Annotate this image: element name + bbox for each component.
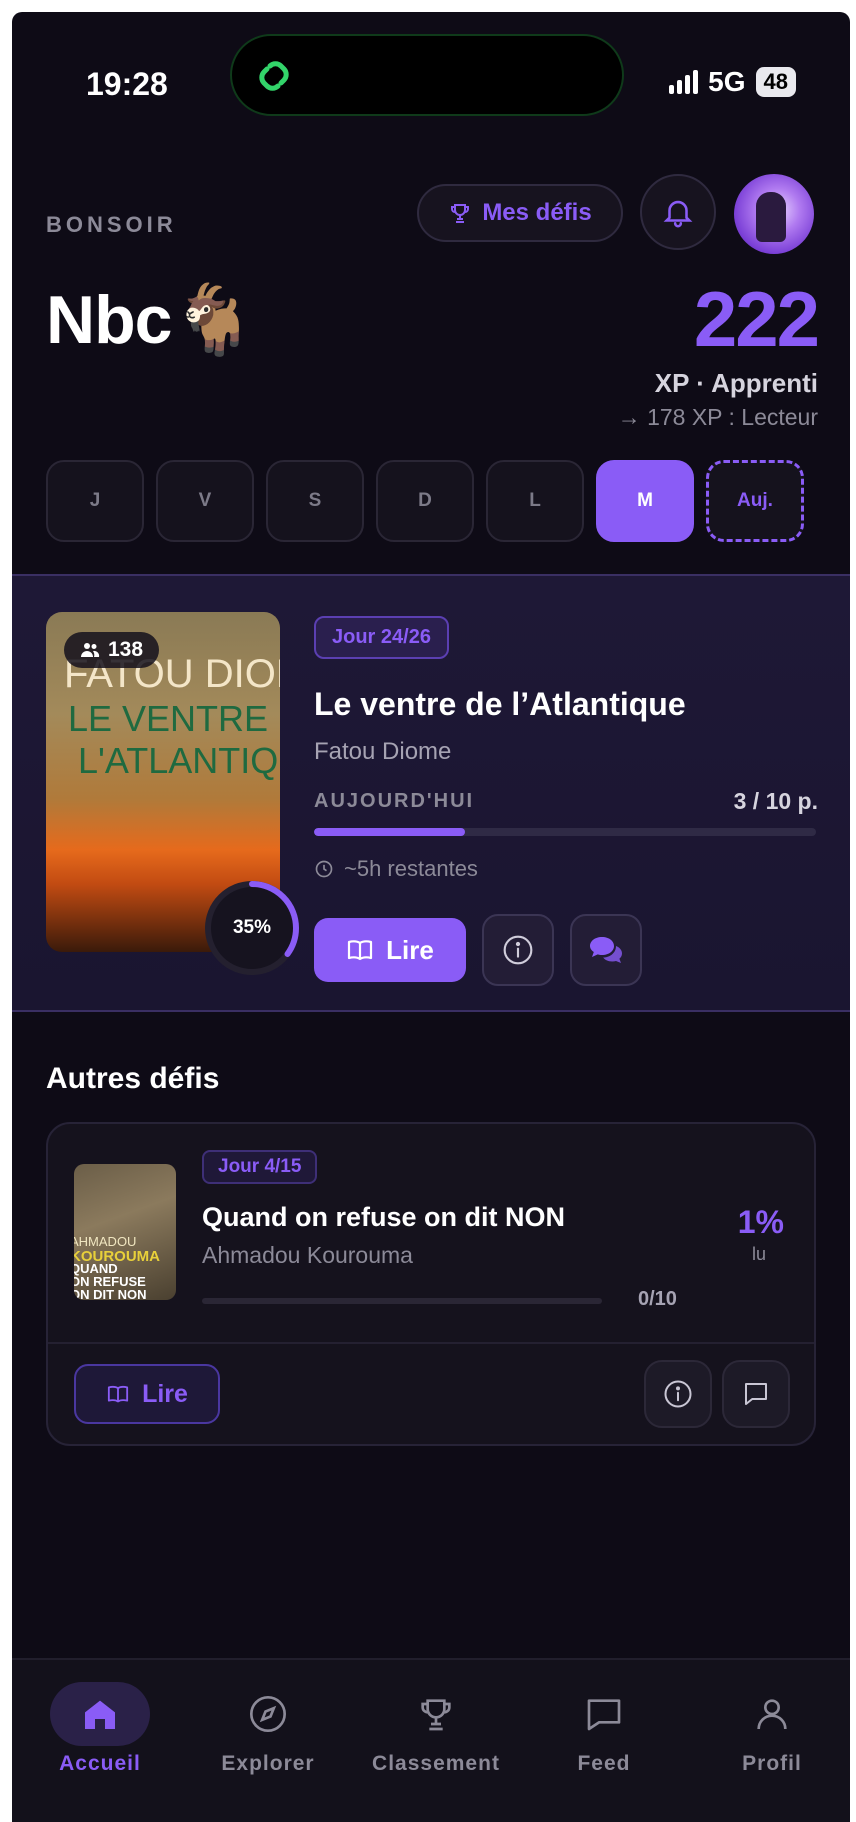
day-v[interactable]: V [156,460,254,542]
book-progress-bar [202,1298,602,1304]
progress-percent: 35% [232,917,272,938]
discussion-button[interactable] [570,914,642,986]
avatar[interactable] [734,174,814,254]
day-l[interactable]: L [486,460,584,542]
section-title-other-challenges: Autres défis [46,1062,220,1095]
home-icon [50,1682,150,1746]
read-percent-label: lu [751,1244,766,1264]
app-screen: 19:28 5G 48 BONSOIR Mes défis Nbc🐐 222 X… [12,12,850,1822]
readers-count: 138 [108,638,144,661]
remaining-label: ~5h restantes [344,856,478,881]
status-indicators: 5G 48 [669,66,796,98]
info-icon [503,935,533,965]
today-label: AUJOURD'HUI [314,790,475,812]
tab-label: Accueil [59,1752,141,1775]
book-author: Ahmadou Kourouma [202,1242,413,1268]
other-challenge-card[interactable]: AHMADOU KOUROUMA QUAND ON REFUSE ON DIT … [46,1122,816,1446]
challenge-day-badge: Jour 4/15 [202,1150,318,1184]
tab-feed[interactable]: Feed [520,1660,688,1822]
tab-profile[interactable]: Profil [688,1660,850,1822]
chat-icon [554,1682,654,1746]
day-today[interactable]: Auj. [706,460,804,542]
book-title: Quand on refuse on dit NON [202,1202,565,1232]
xp-level: XP · Apprenti [654,368,818,398]
clock-icon [315,860,333,878]
challenge-day-badge: Jour 24/26 [314,616,449,659]
my-challenges-button[interactable]: Mes défis [417,184,623,242]
cover-title-line1: LE VENTRE D [68,698,280,739]
greeting: BONSOIR [46,212,177,237]
dynamic-island [230,34,624,116]
cover-title: QUAND ON REFUSE ON DIT NON [74,1261,147,1300]
tab-label: Classement [372,1752,500,1775]
current-challenge-card: FATOU DIOME LE VENTRE D L'ATLANTIQU 138 … [12,574,850,1012]
xp-next-level: → 178 XP : Lecteur [617,404,818,430]
compass-icon [218,1682,318,1746]
today-progress-bar [314,828,816,836]
my-challenges-label: Mes défis [482,199,592,226]
tab-ranking[interactable]: Classement [352,1660,520,1822]
card-divider [48,1342,814,1344]
user-icon [722,1682,822,1746]
day-m[interactable]: M [596,460,694,542]
network-label: 5G [708,66,746,97]
day-s[interactable]: S [266,460,364,542]
readers-badge: 138 [64,632,160,668]
cover-title-line2: L'ATLANTIQU [78,740,280,781]
chat-bubbles-icon [590,937,622,963]
read-button-label: Lire [386,934,434,965]
day-j[interactable]: J [46,460,144,542]
tab-label: Profil [742,1752,802,1775]
book-cover[interactable]: AHMADOU KOUROUMA QUAND ON REFUSE ON DIT … [74,1164,176,1300]
read-button-label: Lire [142,1379,188,1408]
bottom-tab-bar: Accueil Explorer Classement Feed Profil [12,1658,850,1822]
bell-icon [663,200,693,228]
battery-icon: 48 [755,67,796,97]
tab-home[interactable]: Accueil [16,1660,184,1822]
discussion-button[interactable] [722,1360,790,1428]
read-button[interactable]: Lire [74,1364,220,1424]
trophy-icon [386,1682,486,1746]
xp-value: 222 [693,275,820,363]
user-name: Nbc🐐 [46,282,256,358]
tab-label: Explorer [221,1752,315,1775]
notifications-button[interactable] [640,174,716,250]
read-button[interactable]: Lire [314,918,466,982]
book-title: Le ventre de l’Atlantique [314,686,686,722]
today-progress-fill [314,828,465,836]
signal-icon [669,70,699,94]
status-time: 19:28 [86,66,168,102]
tab-explorer[interactable]: Explorer [184,1660,352,1822]
info-button[interactable] [482,914,554,986]
tab-label: Feed [577,1752,631,1775]
cover-author: AHMADOU [74,1234,137,1249]
info-icon [664,1380,692,1408]
day-d[interactable]: D [376,460,474,542]
book-author: Fatou Diome [314,738,452,765]
book-pages: 0/10 [638,1288,677,1310]
chat-icon [745,1383,767,1405]
remaining-time: ~5h restantes [314,856,478,882]
book-open-icon [107,1385,129,1403]
streak-days: J V S D L M Auj. [46,460,804,542]
read-percent: 1% [737,1204,784,1240]
today-pages: 3 / 10 p. [733,788,818,814]
link-app-icon [252,54,296,103]
book-open-icon [348,940,373,961]
users-icon [81,643,100,657]
trophy-icon [451,204,470,223]
info-button[interactable] [644,1360,712,1428]
